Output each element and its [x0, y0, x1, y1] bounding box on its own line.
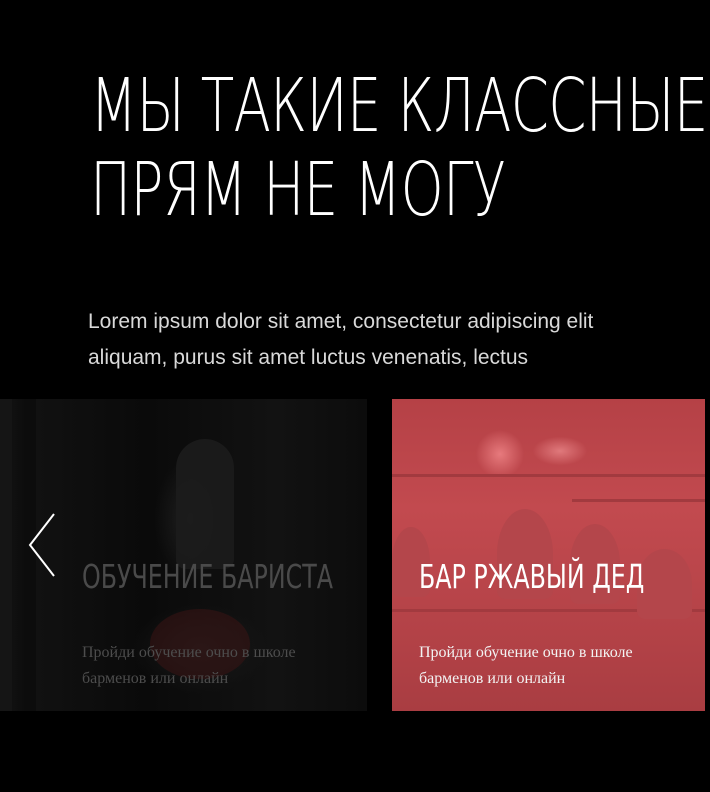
slider-prev-button[interactable]	[26, 512, 60, 578]
hero-title: МЫ ТАКИЕ КЛАССНЫЕ ПРЯМ НЕ МОГУ	[90, 63, 708, 233]
slider-card-bar[interactable]: БАР РЖАВЫЙ ДЕД Пройди обучение очно в шк…	[392, 399, 705, 711]
hero-intro-line-1: Lorem ipsum dolor sit amet, consectetur …	[88, 310, 594, 333]
card-title: ОБУЧЕНИЕ БАРИСТА	[82, 557, 334, 596]
chevron-left-icon	[28, 513, 55, 577]
hero-title-line-1: МЫ ТАКИЕ КЛАССНЫЕ	[90, 63, 708, 149]
hero-intro-line-2: aliquam, purus sit amet luctus venenatis…	[88, 346, 529, 369]
card-text: Пройди обучение очно в школе барменов ил…	[82, 644, 296, 687]
card-text: Пройди обучение очно в школе барменов ил…	[419, 644, 633, 687]
hero-intro: Lorem ipsum dolor sit amet, consectetur …	[88, 304, 710, 376]
hero-title-line-2: ПРЯМ НЕ МОГУ	[90, 147, 506, 233]
card-title: БАР РЖАВЫЙ ДЕД	[419, 557, 645, 596]
